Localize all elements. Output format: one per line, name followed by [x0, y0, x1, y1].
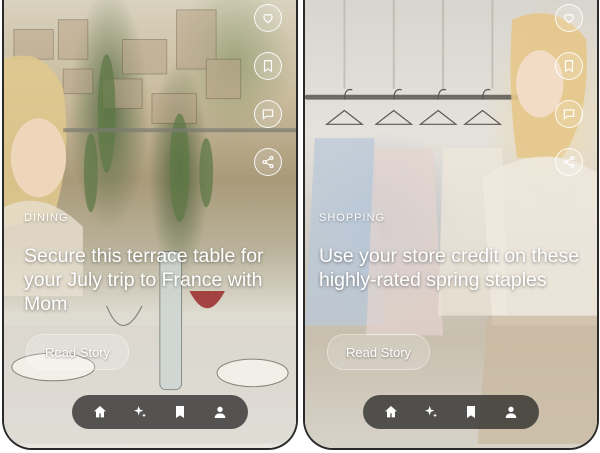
- story-headline: Secure this terrace table for your July …: [24, 245, 264, 315]
- profile-icon[interactable]: [500, 401, 522, 423]
- story-card-dining[interactable]: DINING Secure this terrace table for you…: [2, 0, 298, 450]
- bottom-nav: [363, 395, 539, 429]
- comment-icon[interactable]: [254, 100, 282, 128]
- bookmark-icon[interactable]: [254, 52, 282, 80]
- category-label: DINING: [24, 212, 69, 224]
- read-story-button[interactable]: Read Story: [26, 334, 130, 370]
- sparkle-icon[interactable]: [420, 401, 442, 423]
- share-icon[interactable]: [555, 148, 583, 176]
- bookmark-icon[interactable]: [169, 401, 191, 423]
- profile-icon[interactable]: [209, 401, 231, 423]
- story-illustration: [4, 0, 296, 448]
- home-icon[interactable]: [89, 401, 111, 423]
- sparkle-icon[interactable]: [129, 401, 151, 423]
- story-illustration: [305, 0, 597, 448]
- comment-icon[interactable]: [555, 100, 583, 128]
- read-story-button[interactable]: Read Story: [327, 334, 431, 370]
- story-card-shopping[interactable]: SHOPPING Use your store credit on these …: [303, 0, 599, 450]
- heart-icon[interactable]: [555, 4, 583, 32]
- action-column: [254, 4, 282, 176]
- bookmark-icon[interactable]: [555, 52, 583, 80]
- story-headline: Use your store credit on these highly-ra…: [319, 245, 580, 291]
- action-column: [555, 4, 583, 176]
- category-label: SHOPPING: [319, 212, 386, 224]
- bottom-nav: [72, 395, 248, 429]
- home-icon[interactable]: [380, 401, 402, 423]
- share-icon[interactable]: [254, 148, 282, 176]
- heart-icon[interactable]: [254, 4, 282, 32]
- bookmark-icon[interactable]: [460, 401, 482, 423]
